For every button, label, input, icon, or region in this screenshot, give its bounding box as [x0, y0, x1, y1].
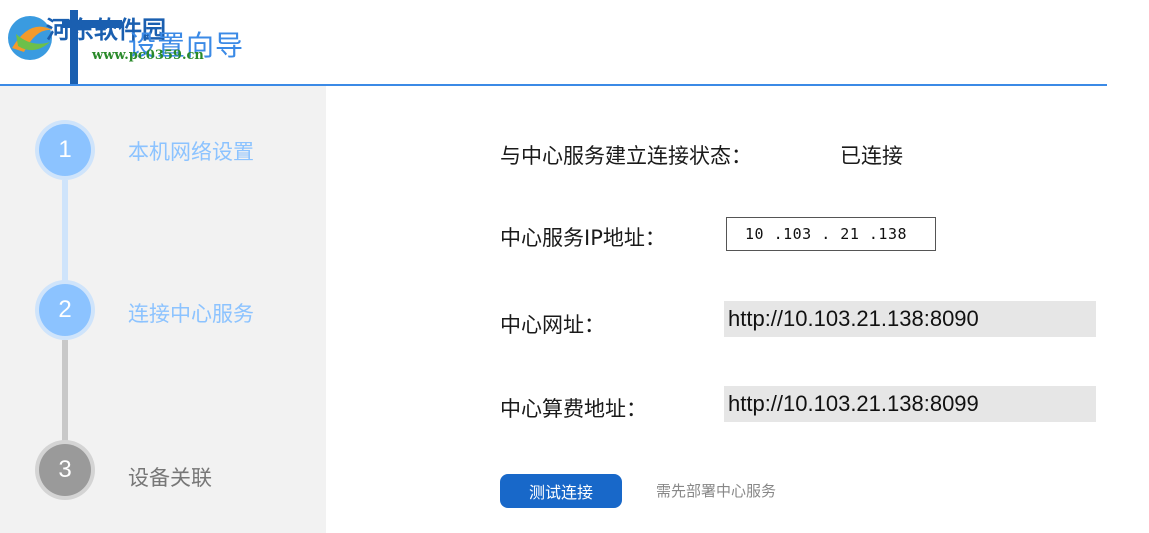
watermark-url: www.pc0359.cn: [92, 48, 204, 63]
step-1-label[interactable]: 本机网络设置: [128, 136, 254, 166]
step-1-number: 1: [58, 136, 72, 163]
center-url-label: 中心网址：: [500, 313, 605, 337]
connection-status-value: 已连接: [840, 144, 903, 168]
step-2-label[interactable]: 连接中心服务: [128, 298, 254, 328]
step-1-circle[interactable]: 1: [35, 120, 95, 180]
step-3-number: 3: [58, 456, 72, 483]
billing-url-field[interactable]: http://10.103.21.138:8099: [724, 386, 1096, 422]
header: 河东软件园 设置向导 www.pc0359.cn: [0, 0, 1149, 86]
test-connection-button[interactable]: 测试连接: [500, 474, 622, 508]
step-3-circle[interactable]: 3: [35, 440, 95, 500]
step-2-number: 2: [58, 296, 72, 323]
center-url-field[interactable]: http://10.103.21.138:8090: [724, 301, 1096, 337]
connection-status-label: 与中心服务建立连接状态：: [500, 144, 752, 168]
step-connector-1-2: [62, 180, 68, 290]
step-sidebar: 1 本机网络设置 2 连接中心服务 3 设备关联: [0, 86, 326, 533]
billing-url-label: 中心算费地址：: [500, 397, 647, 421]
deploy-hint: 需先部署中心服务: [656, 482, 777, 500]
center-ip-label: 中心服务IP地址：: [500, 226, 666, 250]
step-3-label[interactable]: 设备关联: [128, 462, 212, 492]
center-ip-input[interactable]: 10 .103 . 21 .138: [726, 217, 936, 251]
step-connector-2-3: [62, 340, 68, 450]
step-2-circle[interactable]: 2: [35, 280, 95, 340]
